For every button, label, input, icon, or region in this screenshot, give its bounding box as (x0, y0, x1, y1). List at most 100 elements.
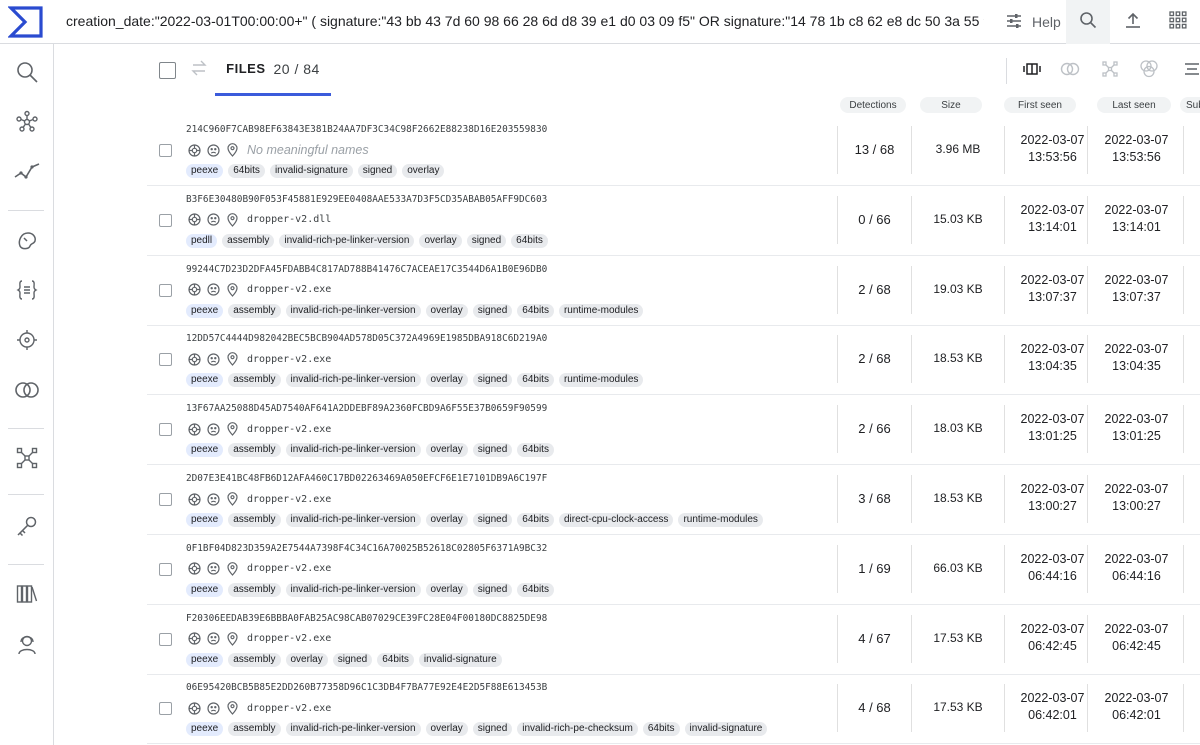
table-row[interactable]: 06E95420BCB5B85E2DD260B77358D96C1C3DB4F7… (147, 674, 1200, 745)
tag[interactable]: overlay (425, 722, 468, 737)
tag[interactable]: direct-cpu-clock-access (558, 513, 674, 527)
tag[interactable]: peexe (186, 582, 224, 597)
column-header-submitters[interactable]: Sub (1180, 97, 1200, 113)
tag[interactable]: peexe (186, 652, 224, 667)
tag[interactable]: signed (472, 303, 513, 318)
search-button[interactable] (1066, 0, 1110, 44)
tag[interactable]: invalid-rich-pe-linker-version (285, 303, 421, 318)
tag[interactable]: invalid-rich-pe-checksum (517, 722, 638, 737)
tag[interactable]: overlay (285, 652, 328, 667)
apps-button[interactable] (1156, 0, 1200, 44)
tag[interactable]: signed (472, 582, 513, 597)
row-checkbox[interactable] (159, 632, 172, 646)
tag[interactable]: runtime-modules (678, 513, 763, 527)
tag[interactable]: signed (357, 164, 398, 178)
tag[interactable]: invalid-rich-pe-linker-version (279, 233, 415, 248)
file-hash[interactable]: 214C960F7CAB98EF63843E381B24AA7DF3C34C98… (186, 124, 547, 135)
table-row[interactable]: 99244C7D23D2DFA45FDABB4C817AD788B41476C7… (147, 256, 1200, 326)
table-row[interactable]: 12DD57C4444D982042BEC5BCB904AD578D05C372… (147, 325, 1200, 396)
virustotal-logo-icon[interactable] (7, 5, 44, 39)
tag[interactable]: 64bits (517, 443, 554, 458)
sidebar-item-api-key[interactable] (7, 508, 47, 548)
file-name[interactable]: dropper-v2.exe (247, 354, 331, 365)
file-hash[interactable]: B3F6E30480B90F053F45881E929EE0408AAE533A… (186, 194, 547, 205)
file-hash[interactable]: 13F67AA25088D45AD7540AF641A2DDEBF89A2360… (186, 403, 547, 414)
graph-view-button[interactable] (1097, 58, 1123, 84)
tag[interactable]: peexe (186, 443, 224, 458)
select-all-checkbox[interactable] (159, 62, 176, 79)
row-checkbox[interactable] (159, 423, 172, 437)
tag[interactable]: runtime-modules (558, 303, 644, 318)
tag[interactable]: assembly (228, 303, 281, 318)
tag[interactable]: invalid-signature (684, 722, 768, 737)
table-row[interactable]: 2D07E3E41BC48FB6D12AFA460C17BD02263469A0… (147, 465, 1200, 535)
tag[interactable]: signed (472, 722, 513, 737)
tag[interactable]: assembly (228, 513, 281, 527)
row-checkbox[interactable] (159, 493, 172, 506)
tag[interactable]: 64bits (377, 652, 414, 667)
list-view-button[interactable] (1019, 58, 1045, 84)
row-checkbox[interactable] (159, 283, 172, 297)
compare-view-button[interactable] (1057, 58, 1083, 84)
tag[interactable]: 64bits (642, 722, 680, 737)
file-hash[interactable]: 12DD57C4444D982042BEC5BCB904AD578D05C372… (186, 333, 547, 344)
file-name[interactable]: dropper-v2.exe (247, 494, 331, 505)
tag[interactable]: 64bits (511, 233, 548, 248)
file-name[interactable]: dropper-v2.exe (247, 284, 331, 295)
table-row[interactable]: 13F67AA25088D45AD7540AF641A2DDEBF89A2360… (147, 395, 1200, 466)
tag[interactable]: invalid-rich-pe-linker-version (285, 443, 421, 458)
tag[interactable]: assembly (228, 652, 281, 667)
column-header-detections[interactable]: Detections (840, 97, 906, 113)
row-checkbox[interactable] (159, 144, 172, 157)
tag[interactable]: overlay (425, 582, 468, 597)
tag[interactable]: invalid-rich-pe-linker-version (285, 373, 421, 388)
file-hash[interactable]: 06E95420BCB5B85E2DD260B77358D96C1C3DB4F7… (186, 682, 547, 693)
tag[interactable]: signed (332, 652, 373, 667)
tag[interactable]: 64bits (228, 164, 265, 178)
tag[interactable]: overlay (419, 233, 462, 248)
tag[interactable]: overlay (425, 513, 468, 527)
file-hash[interactable]: 0F1BF04D823D359A2E7544A7398F4C34C16A7002… (186, 543, 547, 554)
tag[interactable]: peexe (186, 164, 224, 178)
file-hash[interactable]: F20306EEDAB39E6BBBA0FAB25AC98CAB07029CE3… (186, 613, 547, 624)
column-header-last-seen[interactable]: Last seen (1097, 97, 1171, 113)
tag[interactable]: invalid-signature (269, 164, 353, 178)
tag[interactable]: assembly (228, 373, 281, 388)
tag[interactable]: invalid-rich-pe-linker-version (285, 513, 421, 527)
tag[interactable]: invalid-signature (418, 652, 502, 667)
tag[interactable]: signed (472, 443, 513, 458)
file-name[interactable]: dropper-v2.exe (247, 633, 331, 644)
sidebar-item-relations[interactable] (7, 104, 47, 144)
help-button[interactable]: Help (998, 7, 1069, 37)
venn-view-button[interactable] (1136, 58, 1162, 84)
sidebar-item-yara[interactable] (7, 272, 47, 312)
tag[interactable]: 64bits (517, 513, 554, 527)
table-row[interactable]: 0F1BF04D823D359A2E7544A7398F4C34C16A7002… (147, 535, 1200, 605)
tag[interactable]: peexe (186, 303, 224, 318)
file-name[interactable]: dropper-v2.exe (247, 703, 331, 714)
upload-button[interactable] (1111, 0, 1155, 44)
tag[interactable]: assembly (228, 443, 281, 458)
tag[interactable]: peexe (186, 513, 224, 527)
tag[interactable]: invalid-rich-pe-linker-version (285, 722, 421, 737)
tag[interactable]: pedll (186, 233, 218, 248)
file-hash[interactable]: 2D07E3E41BC48FB6D12AFA460C17BD02263469A0… (186, 473, 547, 484)
sidebar-item-compare[interactable] (7, 372, 47, 412)
row-checkbox[interactable] (159, 213, 172, 227)
file-name[interactable]: dropper-v2.exe (247, 424, 331, 435)
tag[interactable]: overlay (402, 164, 445, 178)
table-row[interactable]: 214C960F7CAB98EF63843E381B24AA7DF3C34C98… (147, 116, 1200, 186)
file-name[interactable]: dropper-v2.dll (247, 214, 331, 225)
sidebar-item-hunting[interactable] (7, 222, 47, 262)
tag[interactable]: assembly (222, 233, 275, 248)
tab-files[interactable]: FILES 20 / 84 (215, 44, 331, 96)
swap-icon[interactable] (191, 58, 207, 83)
row-checkbox[interactable] (159, 353, 172, 367)
tag[interactable]: 64bits (517, 582, 554, 597)
tag[interactable]: assembly (228, 582, 281, 597)
tag[interactable]: invalid-rich-pe-linker-version (285, 582, 421, 597)
tag[interactable]: overlay (425, 303, 468, 318)
column-header-size[interactable]: Size (920, 97, 982, 113)
sidebar-item-search[interactable] (7, 54, 47, 94)
tag[interactable]: signed (466, 233, 507, 248)
